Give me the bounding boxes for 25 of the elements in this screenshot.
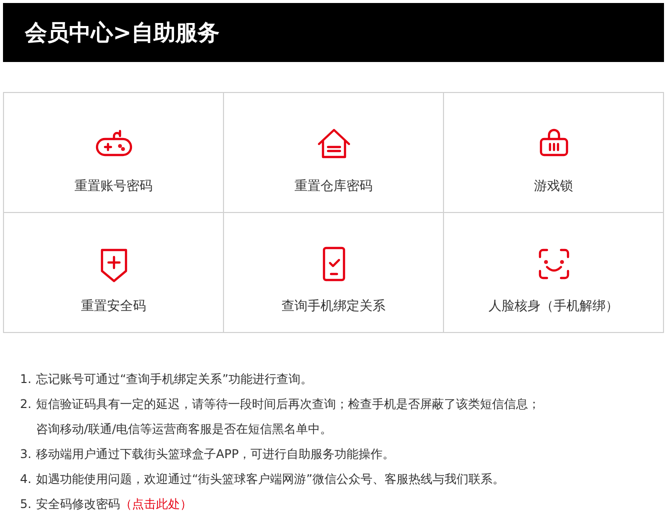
service-tile[interactable]: 重置仓库密码: [224, 93, 444, 213]
tile-label: 重置账号密码: [74, 178, 152, 195]
note-number: 3.: [20, 446, 32, 463]
click-here-link[interactable]: （点击此处）: [120, 497, 192, 511]
note-number: 1.: [20, 371, 32, 388]
note-number: 5.: [20, 496, 32, 512]
tile-label: 查询手机绑定关系: [282, 298, 386, 315]
tile-label: 重置安全码: [81, 298, 146, 315]
note-number: 4.: [20, 471, 32, 488]
service-tile[interactable]: 查询手机绑定关系: [224, 213, 444, 333]
service-tile[interactable]: 重置安全码: [4, 213, 224, 333]
note-text: 短信验证码具有一定的延迟，请等待一段时间后再次查询；检查手机是否屏蔽了该类短信信息；: [36, 397, 540, 411]
service-tile[interactable]: 重置账号密码: [4, 93, 224, 213]
note-number: 2.: [20, 396, 32, 413]
note-text: 咨询移动/联通/电信等运营商客服是否在短信黑名单中。: [36, 422, 332, 436]
note-text: 安全码修改密码: [36, 497, 120, 511]
service-tile[interactable]: 游戏锁: [444, 93, 664, 213]
tile-label: 人脸核身（手机解绑）: [488, 298, 618, 315]
tile-label: 游戏锁: [534, 178, 573, 195]
page-title: 会员中心>自助服务: [25, 20, 220, 48]
tile-label: 重置仓库密码: [294, 178, 372, 195]
service-tile[interactable]: 人脸核身（手机解绑）: [444, 213, 664, 333]
note-text: 移动端用户通过下载街头篮球盒子APP，可进行自助服务功能操作。: [36, 447, 395, 461]
note-text: 忘记账号可通过“查询手机绑定关系”功能进行查询。: [36, 372, 312, 386]
note-text: 如遇功能使用问题，欢迎通过“街头篮球客户端网游”微信公众号、客服热线与我们联系。: [36, 472, 504, 486]
